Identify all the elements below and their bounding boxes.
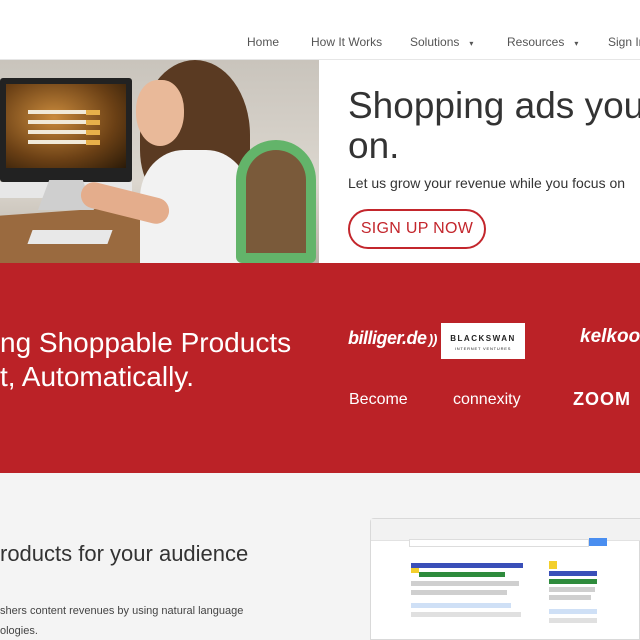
band-headline-line1: ng Shoppable Products — [0, 327, 292, 358]
photo-woman-face — [136, 80, 184, 146]
blackswan-logo: BLACKSWAN INTERNET VENTURES — [441, 323, 525, 359]
mockup-result-title — [411, 603, 511, 608]
audience-section-body: shers content revenues by using natural … — [0, 601, 243, 640]
blackswan-logo-subtext: INTERNET VENTURES — [454, 346, 512, 351]
become-logo: Become — [349, 391, 408, 408]
mockup-side-text — [549, 595, 591, 600]
audience-body-line2: ologies. — [0, 625, 38, 637]
nav-sign-in-link[interactable]: Sign In — [608, 35, 640, 49]
mockup-search-button — [589, 538, 607, 546]
mockup-side-text — [549, 618, 597, 623]
mockup-result-text — [411, 612, 521, 617]
hero-title-line1: Shopping ads you — [348, 85, 640, 126]
search-results-mockup — [370, 518, 640, 640]
billiger-logo-text: billiger.de — [348, 328, 427, 348]
band-headline-line2: t, Automatically. — [0, 361, 195, 392]
kelkoo-logo: kelkoo — [580, 326, 640, 347]
mockup-result-url — [419, 572, 505, 577]
screen-tag — [86, 110, 100, 115]
audience-body-line1: shers content revenues by using natural … — [0, 605, 244, 617]
connexity-logo: connexity — [453, 391, 521, 408]
chevron-down-icon: ▾ — [574, 39, 579, 48]
blackswan-logo-text: BLACKSWAN — [450, 334, 516, 343]
hero-title-line2: on. — [348, 125, 400, 166]
screen-tag — [86, 130, 100, 135]
mockup-ad-badge — [549, 561, 557, 569]
top-navigation: Home How It Works Solutions ▾ Resources ▾ … — [0, 0, 640, 60]
zoom-logo: ZOOM — [573, 389, 631, 409]
photo-computer — [0, 78, 132, 198]
mockup-side-title — [549, 609, 597, 614]
nav-resources-label: Resources — [507, 35, 565, 49]
mockup-side-url — [549, 579, 597, 584]
nav-solutions-menu[interactable]: Solutions ▾ — [410, 35, 473, 49]
nav-home-link[interactable]: Home — [247, 35, 279, 49]
mockup-side-text — [549, 587, 595, 592]
audience-section-title: roducts for your audience — [0, 541, 249, 566]
nav-solutions-label: Solutions — [410, 35, 460, 49]
hero-photo — [0, 60, 319, 263]
hero-subtitle: Let us grow your revenue while you focus… — [348, 175, 626, 191]
screen-tag — [86, 120, 100, 125]
hero-heading: Shopping ads you on. — [348, 86, 640, 166]
photo-chair — [236, 140, 316, 263]
mockup-search-field — [409, 539, 589, 547]
mockup-result-text — [411, 590, 507, 595]
screen-tag — [86, 140, 100, 145]
mockup-result-title — [411, 563, 523, 568]
nav-how-it-works-link[interactable]: How It Works — [311, 35, 382, 49]
photo-keyboard — [27, 230, 113, 244]
signal-waves-icon: )) — [428, 331, 438, 347]
nav-resources-menu[interactable]: Resources ▾ — [507, 35, 578, 49]
mockup-result-text — [411, 581, 519, 586]
sign-up-now-button[interactable]: SIGN UP NOW — [348, 209, 486, 249]
mockup-side-title — [549, 571, 597, 576]
partners-band: ng Shoppable Products t, Automatically. … — [0, 263, 640, 473]
chevron-down-icon: ▾ — [469, 39, 474, 48]
billiger-logo: billiger.de)) — [348, 328, 437, 349]
photo-computer-screen — [6, 84, 126, 168]
